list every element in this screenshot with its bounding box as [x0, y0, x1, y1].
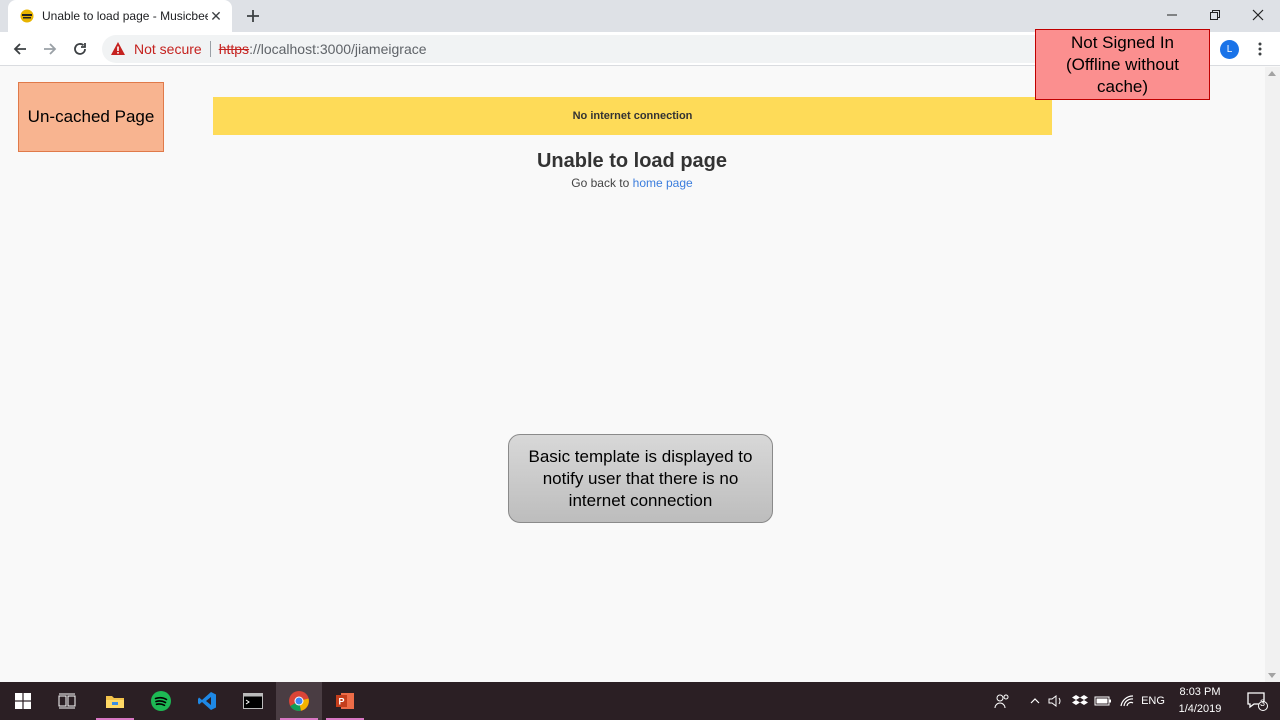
restore-icon	[1210, 10, 1220, 20]
forward-button[interactable]	[38, 37, 62, 61]
dropbox-icon	[1072, 695, 1088, 705]
page-title: Unable to load page	[536, 150, 728, 172]
subtitle-prefix: Go back to	[571, 176, 630, 190]
taskbar-terminal[interactable]	[230, 682, 276, 720]
forward-arrow-icon	[44, 43, 57, 55]
not-secure-label[interactable]: Not secure	[134, 41, 202, 57]
chevron-up-icon	[1030, 698, 1040, 704]
new-tab-button[interactable]	[242, 6, 264, 26]
wifi-icon	[1120, 695, 1134, 707]
vscode-icon	[198, 692, 216, 710]
kebab-menu-icon	[1258, 42, 1262, 56]
tab-strip: Unable to load page - Musicbee ✕	[0, 0, 1280, 32]
powerpoint-icon: P	[336, 693, 354, 709]
taskbar-powerpoint[interactable]: P	[322, 682, 368, 720]
people-icon	[994, 694, 1009, 709]
tab-close-icon[interactable]: ✕	[208, 8, 224, 24]
tray-overflow-button[interactable]	[1026, 682, 1044, 720]
svg-text:P: P	[338, 697, 344, 707]
page-subtitle: Go back to home page	[0, 176, 1264, 190]
back-button[interactable]	[8, 37, 32, 61]
scroll-down-icon[interactable]	[1268, 673, 1276, 678]
back-arrow-icon	[13, 43, 26, 55]
close-window-button[interactable]	[1236, 0, 1280, 30]
taskbar-spotify[interactable]	[138, 682, 184, 720]
home-page-link[interactable]: home page	[633, 176, 693, 190]
annotation-basic-template: Basic template is displayed to notify us…	[508, 434, 773, 523]
taskbar-file-explorer[interactable]	[92, 682, 138, 720]
musicbee-favicon-icon	[20, 9, 34, 23]
language-indicator[interactable]: ENG	[1138, 682, 1168, 720]
volume-button[interactable]	[1046, 682, 1066, 720]
scroll-up-icon[interactable]	[1268, 71, 1276, 76]
battery-button[interactable]	[1092, 682, 1114, 720]
reload-button[interactable]	[68, 37, 92, 61]
url-scheme: https	[218, 41, 250, 57]
volume-icon	[1048, 695, 1061, 707]
notification-count: 3	[1260, 698, 1266, 708]
start-button[interactable]	[0, 682, 46, 720]
warning-icon	[111, 42, 125, 55]
page-scrollbar[interactable]	[1265, 67, 1280, 682]
minimize-icon	[1167, 14, 1177, 16]
terminal-icon	[243, 693, 263, 709]
task-view-icon	[58, 693, 76, 709]
tab-musicbee[interactable]: Unable to load page - Musicbee ✕	[8, 0, 232, 32]
people-button[interactable]	[990, 682, 1014, 720]
folder-icon	[106, 696, 124, 708]
tab-title: Unable to load page - Musicbee	[42, 9, 208, 23]
url-host: ://localhost	[249, 41, 316, 57]
reload-icon	[74, 43, 86, 55]
wifi-button[interactable]	[1116, 682, 1138, 720]
plus-icon	[247, 10, 259, 22]
system-clock[interactable]: 8:03 PM 1/4/2019	[1168, 684, 1232, 718]
url-text[interactable]: https://localhost:3000/jiameigrace	[219, 41, 427, 57]
battery-icon	[1094, 696, 1111, 706]
action-center-button[interactable]: 3	[1238, 682, 1276, 720]
omnibox-separator	[209, 41, 211, 57]
taskbar-vscode[interactable]	[184, 682, 230, 720]
windows-logo-icon	[15, 693, 31, 709]
task-view-button[interactable]	[44, 682, 90, 720]
spotify-icon	[151, 691, 171, 711]
restore-button[interactable]	[1193, 0, 1237, 30]
chrome-icon	[289, 691, 309, 712]
clock-date: 1/4/2019	[1178, 703, 1222, 715]
windows-taskbar: P ENG 8:03 PM 1/4/2019 3	[0, 682, 1280, 720]
url-path: :3000/jiameigrace	[316, 41, 427, 57]
taskbar-chrome[interactable]	[276, 682, 322, 720]
clock-time: 8:03 PM	[1179, 686, 1221, 698]
minimize-button[interactable]	[1150, 0, 1194, 30]
annotation-uncached-page: Un-cached Page	[18, 82, 164, 152]
annotation-not-signed-in: Not Signed In (Offline without cache)	[1035, 29, 1210, 100]
dropbox-button[interactable]	[1070, 682, 1090, 720]
profile-avatar[interactable]: L	[1220, 40, 1239, 59]
browser-menu-button[interactable]	[1250, 37, 1270, 61]
offline-banner: No internet connection	[213, 97, 1052, 135]
close-icon	[1252, 9, 1264, 21]
